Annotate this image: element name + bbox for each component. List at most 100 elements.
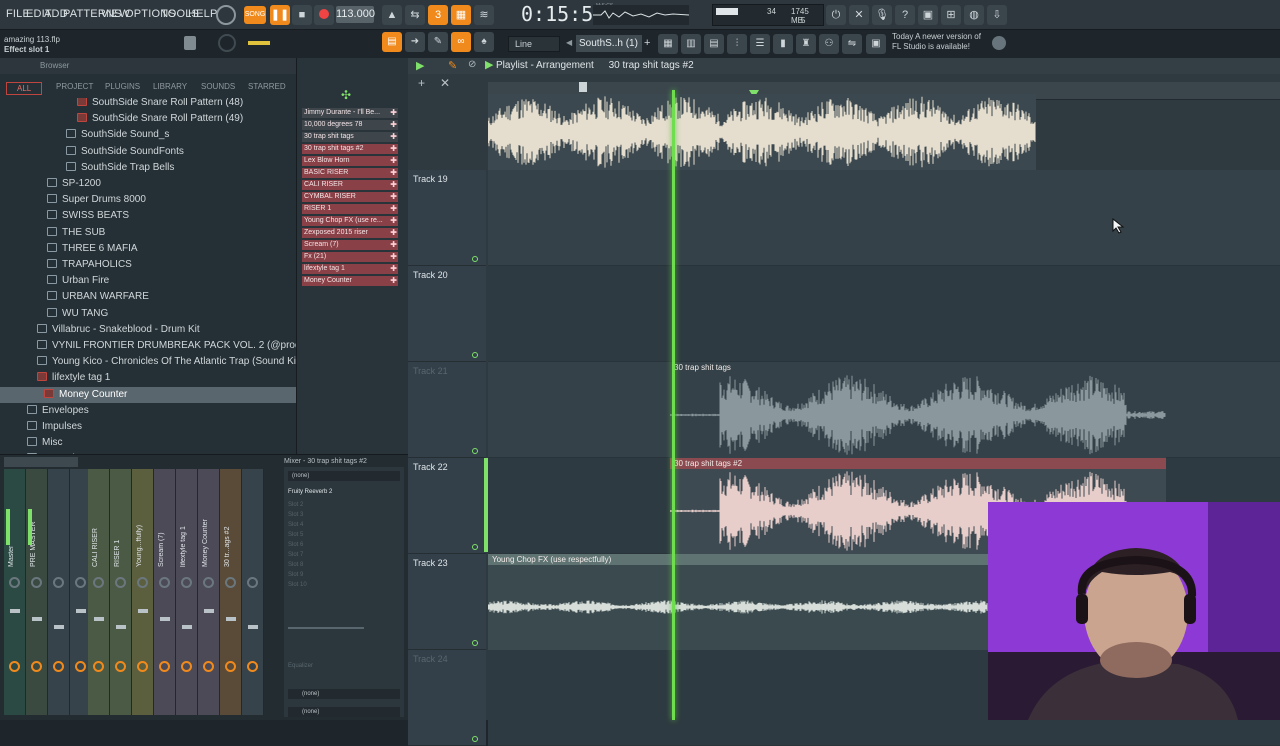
browser-icon[interactable]: ☰ (750, 34, 770, 54)
browser-item[interactable]: SouthSide Sound_s (0, 127, 296, 143)
track-header[interactable]: Track 20 (408, 266, 486, 362)
master-pitch-slider[interactable] (248, 41, 270, 45)
channel-button[interactable]: Scream (7) ✚ (302, 240, 398, 250)
volume-fader[interactable] (226, 617, 236, 621)
track-lane[interactable] (488, 170, 1280, 266)
track-mute-led[interactable] (472, 640, 478, 646)
channel-button[interactable]: Fx (21) ✚ (302, 252, 398, 262)
pitch-knob[interactable] (218, 34, 236, 52)
blend-notes-button[interactable]: ≋ (474, 5, 494, 25)
channel-add-icon[interactable]: ✚ (390, 252, 397, 262)
track-mute-led[interactable] (472, 448, 478, 454)
browser-item[interactable]: TRAPAHOLICS (0, 257, 296, 273)
mixer-strip[interactable] (48, 469, 70, 715)
main-volume-knob[interactable] (216, 5, 236, 25)
save-icon[interactable]: ▣ (918, 5, 938, 25)
channel-add-icon[interactable]: ✚ (390, 264, 397, 274)
browser-item[interactable]: SWISS BEATS (0, 208, 296, 224)
fx-slot[interactable]: Slot 9 (288, 571, 388, 580)
output-selector[interactable]: (none) (288, 689, 400, 699)
pattern-prev-icon[interactable]: ◀ (566, 38, 572, 47)
channel-button[interactable]: Jimmy Durante - I'll Be... ✚ (302, 108, 398, 118)
pan-knob[interactable] (115, 577, 126, 588)
stereo-knob[interactable] (203, 661, 214, 672)
track-mute-led[interactable] (472, 544, 478, 550)
track-header[interactable]: Track 21 (408, 362, 486, 458)
close-playlist-icon[interactable]: ✕ (440, 76, 450, 90)
pan-knob[interactable] (181, 577, 192, 588)
volume-fader[interactable] (160, 617, 170, 621)
link-icon[interactable]: ∞ (451, 32, 471, 52)
channel-add-icon[interactable]: ✚ (390, 204, 397, 214)
pencil-tool-icon[interactable]: ✎ (428, 32, 448, 52)
pan-knob[interactable] (137, 577, 148, 588)
stereo-knob[interactable] (159, 661, 170, 672)
browser-item[interactable]: SouthSide SoundFonts (0, 144, 296, 160)
mixer-strip[interactable]: PRE MASTER (26, 469, 48, 715)
wait-for-input-button[interactable]: ⇆ (405, 5, 425, 25)
pan-knob[interactable] (53, 577, 64, 588)
volume-fader[interactable] (10, 609, 20, 613)
mixer-strip[interactable]: CALI RISER (88, 469, 110, 715)
pause-button[interactable]: ❚❚ (270, 5, 290, 25)
menu-help[interactable]: HELP (188, 8, 218, 20)
news-gear-icon[interactable] (992, 36, 1006, 50)
channel-add-icon[interactable]: ✚ (390, 120, 397, 130)
stop-button[interactable]: ■ (292, 5, 312, 25)
pattern-selector[interactable]: SouthS..h (1) (576, 35, 642, 52)
fx-slot[interactable]: Slot 3 (288, 511, 388, 520)
stereo-knob[interactable] (137, 661, 148, 672)
playlist-play-icon[interactable]: ▶ (416, 59, 424, 72)
channel-button[interactable]: Zexposed 2015 riser ✚ (302, 228, 398, 238)
download-icon[interactable]: ⇩ (987, 5, 1007, 25)
browser-tab-sounds[interactable]: SOUNDS (201, 82, 235, 91)
channel-button[interactable]: Young Chop FX (use re... ✚ (302, 216, 398, 226)
stereo-knob[interactable] (115, 661, 126, 672)
fx-slot[interactable]: Slot 7 (288, 551, 388, 560)
channel-add-icon[interactable]: ✚ (390, 132, 397, 142)
track-mute-led[interactable] (472, 736, 478, 742)
browser-item[interactable]: Young Kico - Chronicles Of The Atlantic … (0, 354, 296, 370)
channel-add-icon[interactable]: ✚ (390, 108, 397, 118)
pan-knob[interactable] (247, 577, 258, 588)
stereo-knob[interactable] (53, 661, 64, 672)
rendering-icon[interactable]: ⇋ (842, 34, 862, 54)
channel-add-icon[interactable]: ✚ (390, 192, 397, 202)
stereo-knob[interactable] (247, 661, 258, 672)
channel-button[interactable]: Lex Blow Horn ✚ (302, 156, 398, 166)
mixer-strip[interactable]: Master (4, 469, 26, 715)
mixer-strip[interactable] (242, 469, 264, 715)
fx-slot[interactable]: Slot 4 (288, 521, 388, 530)
channel-add-icon[interactable]: ✚ (390, 240, 397, 250)
song-mode-toggle[interactable]: SONG (244, 6, 266, 24)
channel-button[interactable]: RISER 1 ✚ (302, 204, 398, 214)
browser-item[interactable]: WU TANG (0, 306, 296, 322)
bell-icon[interactable]: ♠ (474, 32, 494, 52)
fx-slot[interactable]: Slot 5 (288, 531, 388, 540)
track-lane[interactable] (488, 266, 1280, 362)
people-icon[interactable]: ⚇ (819, 34, 839, 54)
browser-item[interactable]: SouthSide Snare Roll Pattern (49) (0, 111, 296, 127)
audio-clip-top[interactable] (487, 94, 1036, 170)
pan-knob[interactable] (225, 577, 236, 588)
output-selector-2[interactable]: (none) (288, 707, 400, 717)
channel-add-icon[interactable]: ✚ (390, 276, 397, 286)
volume-fader[interactable] (248, 625, 258, 629)
channel-add-icon[interactable]: ✚ (390, 144, 397, 154)
touch-keyboard-icon[interactable]: ♜ (796, 34, 816, 54)
panic-button[interactable]: ⏻ (826, 5, 846, 25)
browser-item[interactable]: VYNIL FRONTIER DRUMBREAK PACK VOL. 2 (@p… (0, 338, 296, 354)
track-header[interactable]: Track 19 (408, 170, 486, 266)
fx-slot[interactable]: Slot 8 (288, 561, 388, 570)
channel-add-icon[interactable]: ✚ (390, 180, 397, 190)
pan-knob[interactable] (93, 577, 104, 588)
browser-item[interactable]: lifextyle tag 1 (0, 370, 296, 386)
channel-button[interactable]: Money Counter ✚ (302, 276, 398, 286)
mixer-icon[interactable]: ⫶ (727, 34, 747, 54)
playlist-view-button[interactable]: ▤ (382, 32, 402, 52)
channel-button[interactable]: 10,000 degrees 78 ✚ (302, 120, 398, 130)
channel-add-icon[interactable]: ✚ (390, 216, 397, 226)
next-button[interactable]: ➜ (405, 32, 425, 52)
stereo-knob[interactable] (181, 661, 192, 672)
volume-fader[interactable] (32, 617, 42, 621)
